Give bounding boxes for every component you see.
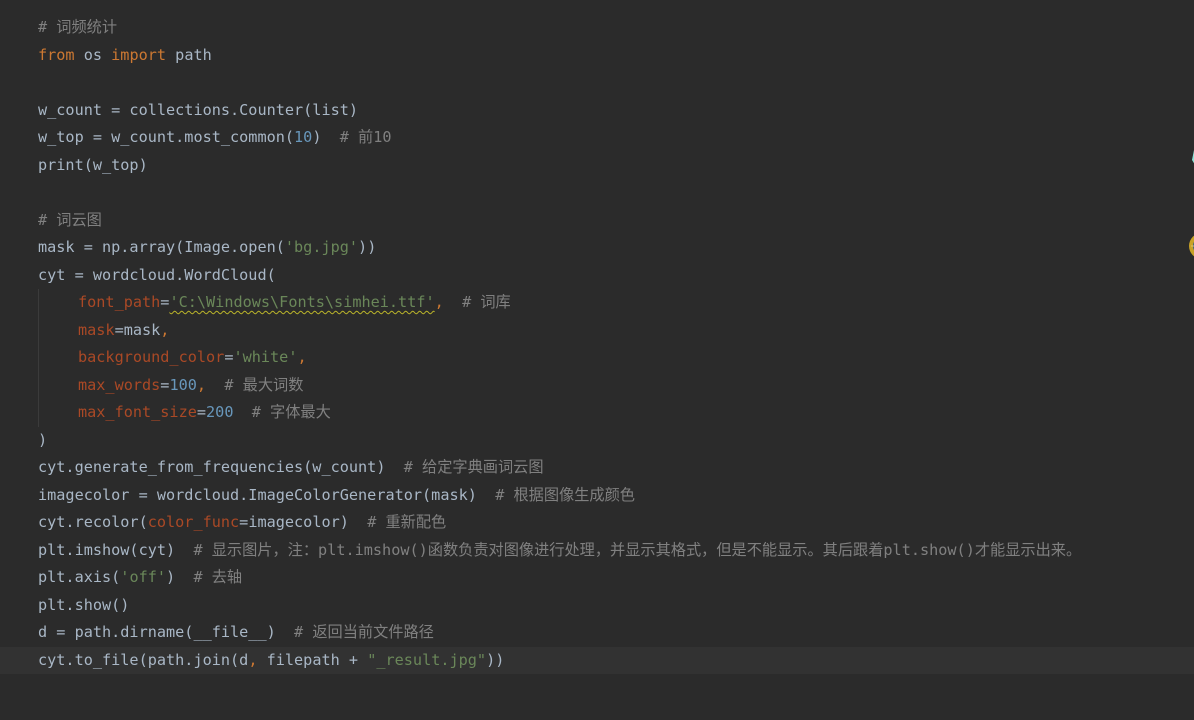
code-token-plain: print(w_top) [38,155,148,174]
code-line[interactable]: mask = np.array(Image.open('bg.jpg')) [0,234,1194,262]
code-token-cmt: # 前10 [339,128,392,146]
code-line[interactable]: max_words=100, # 最大词数 [0,371,1194,399]
code-token-plain: )) [486,650,505,669]
code-token-str: 'white' [233,348,298,366]
code-editor[interactable]: # 词频统计 from os import path w_count = colle… [0,0,1194,720]
code-line[interactable]: cyt.recolor(color_func=imagecolor) # 重新配… [0,509,1194,537]
code-token-kw: import [111,45,167,64]
code-line[interactable]: plt.show() [0,592,1194,620]
code-token-cmt: # 词频统计 [38,18,118,36]
code-token-kw: , [297,348,307,366]
code-line[interactable]: plt.imshow(cyt) # 显示图片，注：plt.imshow()函数负… [0,537,1194,565]
code-token-plain: os [74,45,112,64]
code-token-cmt: # 词库 [462,293,511,311]
code-token-plain: w_count = collections.Counter(list) [38,100,359,119]
code-token-plain: ) [38,430,48,449]
code-lines[interactable]: # 词频统计 from os import path w_count = colle… [0,14,1194,674]
code-token-plain: cyt.to_file(path.join(d [38,650,249,669]
code-token-param: font_path [78,293,161,311]
code-line[interactable] [0,179,1194,207]
code-line[interactable]: print(w_top) [0,152,1194,180]
code-token-param: mask [78,320,115,339]
code-line[interactable]: cyt.generate_from_frequencies(w_count) #… [0,454,1194,482]
code-token-num: 10 [294,128,313,146]
code-line[interactable]: w_count = collections.Counter(list) [0,97,1194,125]
code-line-current[interactable]: cyt.to_file(path.join(d, filepath + "_re… [0,646,1194,674]
code-token-param: max_words [78,375,161,394]
code-token-plain: cyt.generate_from_frequencies(w_count) [38,458,404,476]
code-line[interactable]: from os import path [0,42,1194,70]
code-line[interactable]: # 词频统计 [0,14,1194,42]
code-line[interactable]: imagecolor = wordcloud.ImageColorGenerat… [0,482,1194,510]
indent-guide [38,344,39,372]
code-token-num: 100 [169,375,197,394]
code-token-plain: = [196,403,207,421]
code-token-num: 200 [206,403,234,421]
code-token-kw: , [196,375,207,394]
code-line[interactable]: ) [0,427,1194,455]
code-line[interactable]: cyt = wordcloud.WordCloud( [0,262,1194,290]
code-token-kw: , [160,320,170,339]
code-token-str: "_result.jpg" [367,650,487,669]
indent-guide [38,371,39,399]
code-token-cmt: # 根据图像生成颜色 [495,485,635,504]
code-token-plain: plt.imshow(cyt) [38,540,194,559]
indent-guide [38,399,39,427]
code-token-str: 'bg.jpg' [284,238,359,256]
code-token-param: color_func [147,513,240,531]
code-token-cmt: # 词云图 [38,210,102,229]
code-token-cmt: # 给定字典画词云图 [403,458,544,476]
code-token-cmt: # 字体最大 [251,403,331,421]
code-token-str: 'off' [120,568,167,586]
code-token-plain: plt.show() [38,595,130,614]
code-token-cmt: # 重新配色 [367,513,447,531]
code-line[interactable]: d = path.dirname(__file__) # 返回当前文件路径 [0,619,1194,647]
code-token-cmt: # 返回当前文件路径 [294,623,434,641]
code-line[interactable]: # 词云图 [0,207,1194,235]
code-token-plain: filepath + [257,650,368,669]
code-line[interactable]: w_top = w_count.most_common(10) # 前10 [0,124,1194,152]
code-token-plain: =mask [114,320,161,339]
code-token-plain: )) [358,238,377,256]
code-token-plain: plt.axis( [38,568,121,586]
code-token-param: max_font_size [78,403,197,421]
anime-mascot-icon [1189,150,1194,257]
code-token-cmt: # 显示图片，注：plt.imshow()函数负责对图像进行处理，并显示其格式，… [193,540,1082,559]
code-token-str: 'C:\Windows\Fonts\simhei.ttf' [169,293,435,311]
code-token-plain: imagecolor = wordcloud.ImageColorGenerat… [38,485,496,504]
code-token-plain: cyt.recolor( [38,513,148,531]
code-token-plain: =imagecolor) [239,513,368,531]
code-line[interactable]: background_color='white', [0,344,1194,372]
code-line[interactable]: plt.axis('off') # 去轴 [0,564,1194,592]
code-token-cmt: # 最大词数 [224,375,304,394]
code-token-plain: path [166,45,212,64]
code-token-kw: from [38,45,75,64]
code-line[interactable] [0,69,1194,97]
code-token-cmt: # 去轴 [193,568,243,586]
code-token-kw: , [434,293,444,311]
code-line[interactable]: max_font_size=200 # 字体最大 [0,399,1194,427]
code-token-plain: ) [312,128,340,146]
code-line[interactable]: mask=mask, [0,316,1194,344]
code-token-plain: ) [166,568,194,586]
code-token-plain: mask = np.array(Image.open( [38,238,285,256]
indent-guide [38,289,39,317]
indent-guide [38,316,39,344]
code-token-plain: cyt = wordcloud.WordCloud( [38,265,276,284]
code-line[interactable]: font_path='C:\Windows\Fonts\simhei.ttf',… [0,289,1194,317]
code-token-plain: d = path.dirname(__file__) [38,623,295,641]
code-token-plain: w_top = w_count.most_common( [38,128,295,146]
code-token-param: background_color [78,348,225,366]
